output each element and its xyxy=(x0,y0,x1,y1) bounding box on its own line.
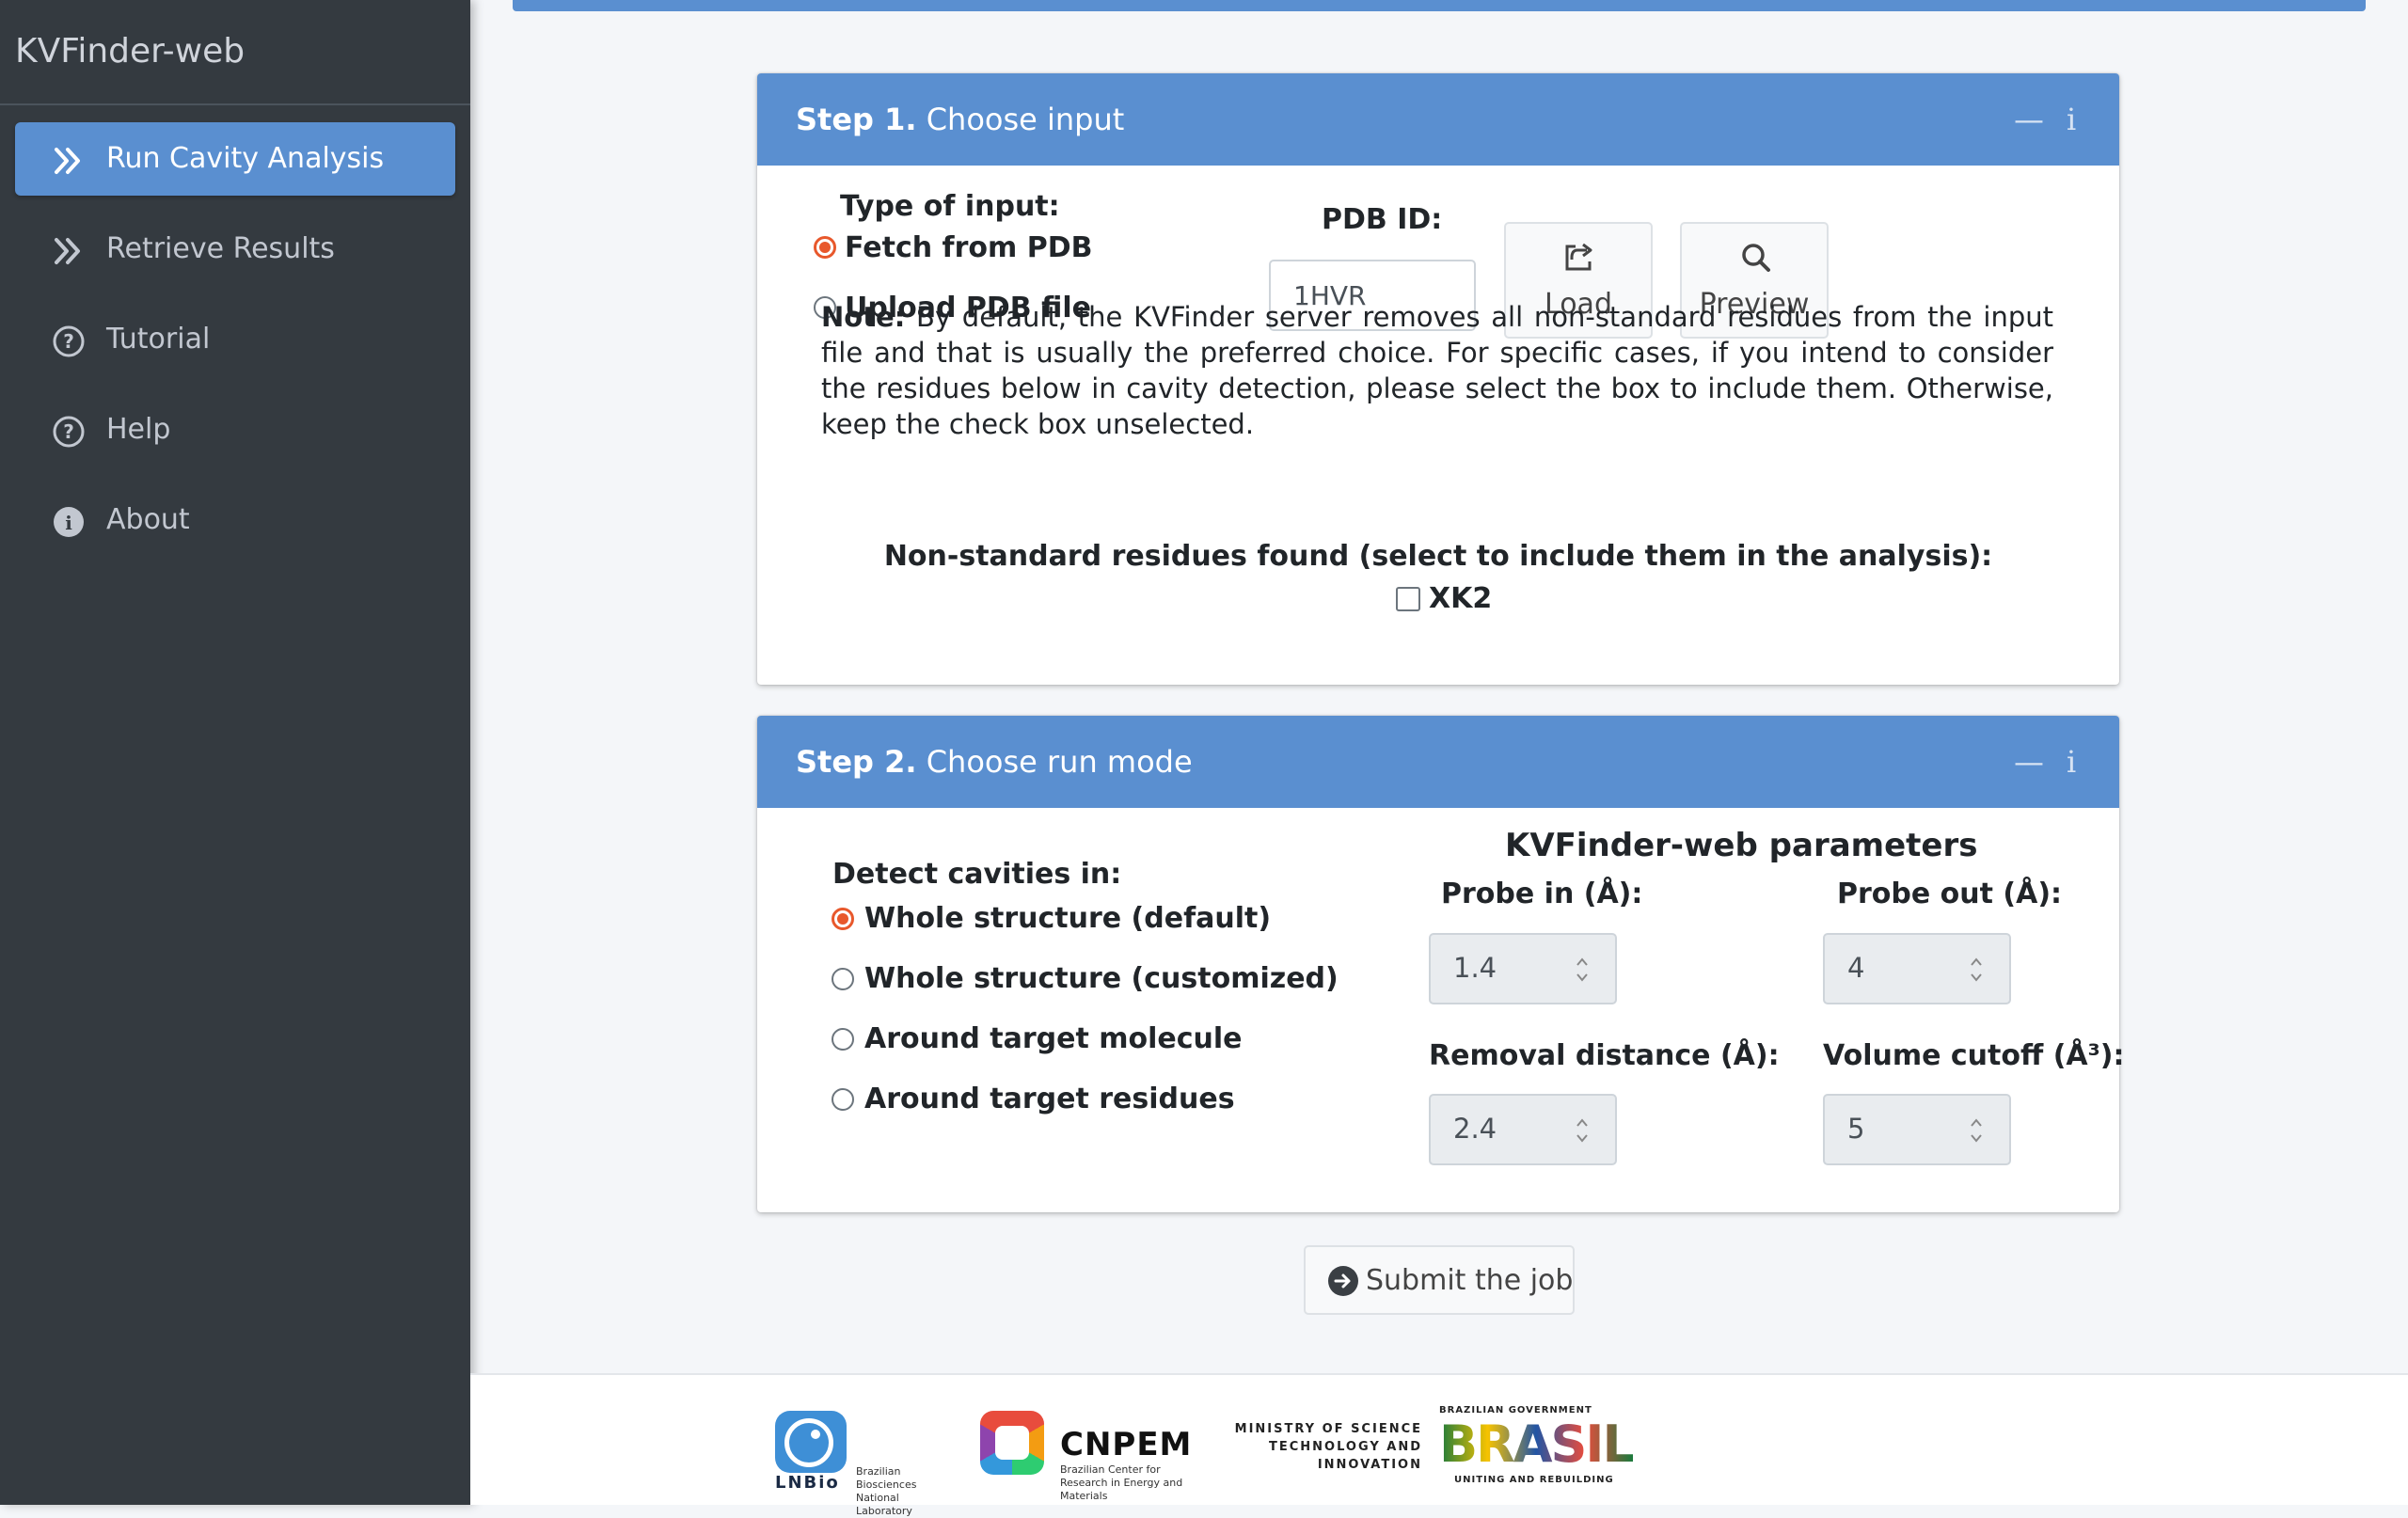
spinner-arrows-icon[interactable] xyxy=(1576,956,1589,984)
mode-label[interactable]: Around target molecule xyxy=(864,1022,1243,1055)
spinner-arrows-icon[interactable] xyxy=(1970,1116,1983,1145)
info-circle-icon: i xyxy=(54,507,84,537)
main-content: Step 1. Choose input — i Type of input: … xyxy=(470,0,2408,1517)
volume-cutoff-input[interactable]: 5 xyxy=(1823,1094,2011,1165)
step2-card: Step 2. Choose run mode — i Detect cavit… xyxy=(757,716,2125,1212)
spinner-arrows-icon[interactable] xyxy=(1970,956,1983,984)
probe-in-value: 1.4 xyxy=(1453,952,1497,984)
probe-out-label: Probe out (Å): xyxy=(1837,878,2063,910)
parameters-title: KVFinder-web parameters xyxy=(1505,827,1978,864)
arrow-circle-right-icon xyxy=(1328,1266,1358,1296)
volume-cutoff-label: Volume cutoff (Å³): xyxy=(1823,1039,2125,1072)
step2-header: Step 2. Choose run mode — i xyxy=(757,716,2119,808)
cnpem-logo xyxy=(980,1411,1044,1475)
detect-cavities-label: Detect cavities in: xyxy=(832,858,1122,891)
question-circle-icon: ? xyxy=(53,416,85,448)
brasil-logo: BRASIL xyxy=(1439,1415,1635,1474)
mode-label[interactable]: Whole structure (default) xyxy=(864,902,1271,935)
probe-in-input[interactable]: 1.4 xyxy=(1429,933,1617,1004)
info-icon[interactable]: i xyxy=(2067,716,2076,808)
sidebar-item-label: Tutorial xyxy=(106,323,211,356)
ministry-text: MINISTRY OF SCIENCE TECHNOLOGY AND INNOV… xyxy=(1234,1422,1422,1472)
radio-whole-structure-default[interactable] xyxy=(832,908,854,930)
note-paragraph: Note: By default, the KVFinder server re… xyxy=(821,299,2053,442)
submit-label: Submit the job xyxy=(1366,1264,1574,1297)
note-text: By default, the KVFinder server removes … xyxy=(821,301,2053,440)
double-chevron-right-icon xyxy=(55,238,80,264)
removal-distance-label: Removal distance (Å): xyxy=(1429,1039,1780,1072)
sidebar-item-run-cavity-analysis[interactable]: Run Cavity Analysis xyxy=(15,122,455,196)
mode-label[interactable]: Whole structure (customized) xyxy=(864,962,1339,995)
top-card-edge xyxy=(513,0,2366,11)
sidebar-item-label: Run Cavity Analysis xyxy=(106,142,385,175)
step1-header: Step 1. Choose input — i xyxy=(757,73,2119,166)
svg-text:i: i xyxy=(65,512,72,534)
radio-fetch-from-pdb[interactable] xyxy=(814,236,836,259)
sidebar-nav: Run Cavity Analysis Retrieve Results ? T… xyxy=(0,122,470,557)
collapse-icon[interactable]: — xyxy=(2014,73,2044,166)
cnpem-name: CNPEM xyxy=(1060,1426,1193,1463)
mode-label[interactable]: Around target residues xyxy=(864,1083,1235,1115)
step1-title: Choose input xyxy=(926,102,1125,137)
step1-card: Step 1. Choose input — i Type of input: … xyxy=(757,73,2119,685)
xk2-label[interactable]: XK2 xyxy=(1429,582,1492,615)
step1-title-bold: Step 1. xyxy=(796,102,917,137)
type-of-input-label: Type of input: xyxy=(840,190,1060,223)
probe-out-value: 4 xyxy=(1847,952,1865,984)
probe-in-label: Probe in (Å): xyxy=(1441,878,1643,910)
submit-job-button[interactable]: Submit the job xyxy=(1304,1245,1575,1315)
probe-out-input[interactable]: 4 xyxy=(1823,933,2011,1004)
lnbio-subtitle: Brazilian Biosciences National Laborator… xyxy=(856,1465,917,1517)
xk2-checkbox[interactable] xyxy=(1396,587,1420,611)
sidebar-item-retrieve-results[interactable]: Retrieve Results xyxy=(15,213,455,286)
step2-title: Choose run mode xyxy=(926,744,1193,780)
sidebar-item-help[interactable]: ? Help xyxy=(15,393,455,466)
double-chevron-right-icon xyxy=(55,148,80,174)
cnpem-subtitle: Brazilian Center for Research in Energy … xyxy=(1060,1463,1183,1502)
lnbio-name: LNBio xyxy=(775,1473,840,1493)
sidebar-item-label: Retrieve Results xyxy=(106,232,335,265)
nonstandard-residues-label: Non-standard residues found (select to i… xyxy=(883,540,1993,573)
note-bold: Note: xyxy=(821,301,906,333)
search-icon xyxy=(1742,244,1770,272)
question-circle-icon: ? xyxy=(53,325,85,357)
info-icon[interactable]: i xyxy=(2067,73,2076,166)
gov-bottom-text: UNITING AND REBUILDING xyxy=(1454,1475,1614,1485)
removal-distance-input[interactable]: 2.4 xyxy=(1429,1094,1617,1165)
sidebar: KVFinder-web Run Cavity Analysis Retriev… xyxy=(0,0,470,1505)
sidebar-item-tutorial[interactable]: ? Tutorial xyxy=(15,303,455,376)
radio-around-target-residues[interactable] xyxy=(832,1088,854,1111)
sidebar-item-label: About xyxy=(106,503,190,536)
volume-cutoff-value: 5 xyxy=(1847,1113,1865,1145)
sidebar-item-label: Help xyxy=(106,413,171,446)
sidebar-item-about[interactable]: i About xyxy=(15,483,455,557)
collapse-icon[interactable]: — xyxy=(2014,716,2044,808)
footer: LNBio Brazilian Biosciences National Lab… xyxy=(470,1375,2408,1517)
svg-text:?: ? xyxy=(63,420,74,443)
fetch-from-pdb-label[interactable]: Fetch from PDB xyxy=(845,231,1092,264)
radio-around-target-molecule[interactable] xyxy=(832,1028,854,1051)
svg-text:?: ? xyxy=(63,330,74,353)
brand-title[interactable]: KVFinder-web xyxy=(0,0,470,105)
spinner-arrows-icon[interactable] xyxy=(1576,1116,1589,1145)
removal-distance-value: 2.4 xyxy=(1453,1113,1497,1145)
radio-whole-structure-customized[interactable] xyxy=(832,968,854,990)
step2-title-bold: Step 2. xyxy=(796,744,917,780)
share-icon xyxy=(1565,243,1592,271)
lnbio-logo xyxy=(775,1411,847,1473)
pdb-id-label: PDB ID: xyxy=(1322,203,1443,236)
